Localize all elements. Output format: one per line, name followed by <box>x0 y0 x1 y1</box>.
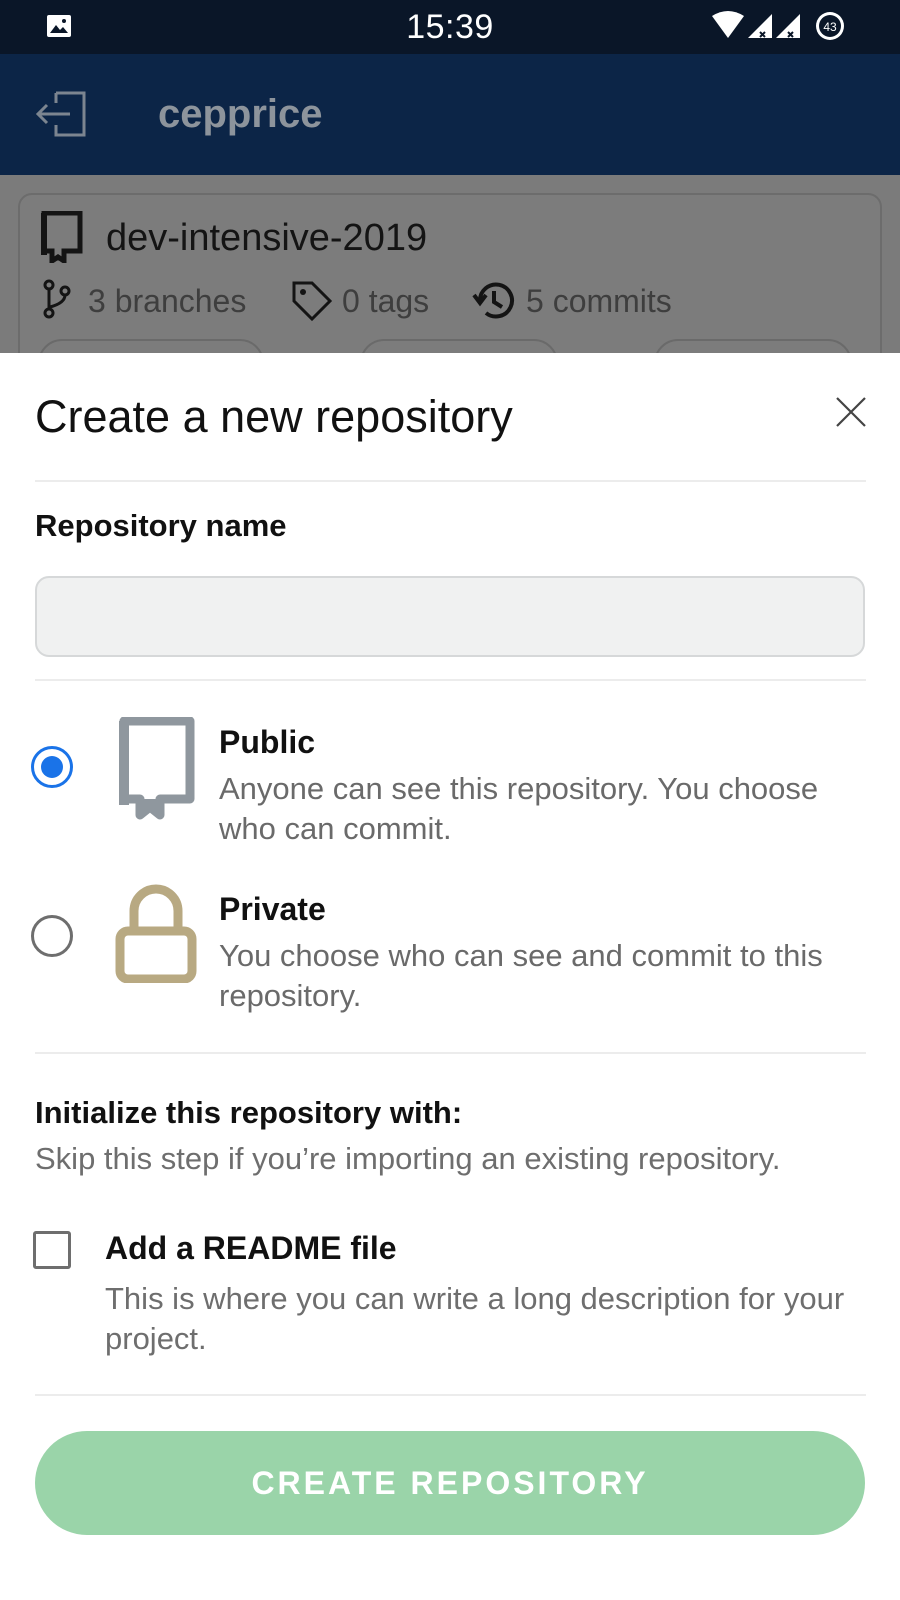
signal-icon <box>776 14 800 38</box>
readme-checkbox[interactable] <box>33 1231 71 1269</box>
repo-book-icon <box>41 211 83 263</box>
create-repository-sheet: Create a new repository Repository name … <box>0 353 900 1600</box>
logout-icon[interactable] <box>34 87 90 141</box>
branches-count: 3 branches <box>88 283 247 319</box>
app-bar-title: cepprice <box>158 92 323 136</box>
tag-icon <box>292 281 333 322</box>
repo-action-pill <box>360 339 558 353</box>
readme-option-title: Add a README file <box>105 1230 397 1266</box>
public-option-title: Public <box>219 724 316 760</box>
repository-name-input[interactable] <box>35 576 865 657</box>
app-bar: cepprice <box>0 54 900 175</box>
system-status-icons: 43 <box>712 11 844 40</box>
repo-action-pill <box>654 339 852 353</box>
initialize-description: Skip this step if you’re importing an ex… <box>35 1141 781 1176</box>
battery-level: 43 <box>823 20 837 34</box>
divider <box>35 1394 866 1396</box>
repo-action-pill <box>38 339 264 353</box>
sheet-title: Create a new repository <box>35 391 513 442</box>
branch-icon <box>43 279 71 319</box>
create-repository-button[interactable]: CREATE REPOSITORY <box>35 1431 865 1535</box>
divider <box>35 1052 866 1054</box>
initialize-label: Initialize this repository with: <box>35 1095 463 1130</box>
wifi-icon <box>712 11 744 38</box>
divider <box>35 480 866 482</box>
readme-option-description: This is where you can write a long descr… <box>105 1281 845 1356</box>
repo-book-icon <box>119 717 195 820</box>
private-radio[interactable] <box>31 915 73 957</box>
public-radio[interactable] <box>31 746 73 788</box>
private-option-title: Private <box>219 891 326 927</box>
signal-icon <box>748 14 772 38</box>
history-icon <box>472 282 514 319</box>
close-icon[interactable] <box>834 395 868 429</box>
dimmed-background: dev-intensive-2019 3 branches 0 tags 5 c… <box>0 175 900 353</box>
repo-name: dev-intensive-2019 <box>106 217 428 259</box>
repo-card: dev-intensive-2019 3 branches 0 tags 5 c… <box>18 193 882 353</box>
commits-count: 5 commits <box>526 283 672 319</box>
status-bar: 15:39 43 <box>0 0 900 54</box>
public-option-description: Anyone can see this repository. You choo… <box>219 771 819 846</box>
private-option-description: You choose who can see and commit to thi… <box>219 938 823 1013</box>
repository-name-label: Repository name <box>35 508 287 543</box>
lock-icon <box>115 884 197 983</box>
tags-count: 0 tags <box>342 283 430 319</box>
divider <box>35 679 866 681</box>
